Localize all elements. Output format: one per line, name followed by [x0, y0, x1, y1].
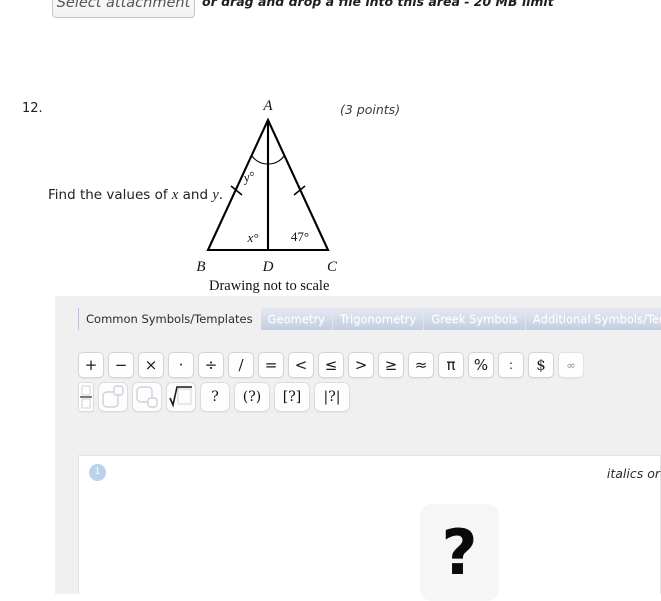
attachment-drop-hint: or drag and drop a file into this area -… [202, 0, 554, 9]
question-number: 12. [22, 101, 43, 116]
symbol-row-templates: ? (?) [?] |?| [78, 382, 638, 412]
angle-label-x: x° [247, 230, 259, 245]
math-editor-panel: Common Symbols/Templates Geometry Trigon… [55, 296, 661, 601]
vertex-label-b: B [196, 259, 205, 275]
superscript-icon [102, 385, 124, 408]
answer-formatting-hint: italics or [606, 466, 660, 481]
editor-left-rail [55, 296, 78, 594]
select-attachment-button[interactable]: Select attachment [52, 0, 195, 18]
answer-input-area[interactable]: 1 italics or ? [78, 455, 661, 601]
geometry-figure: A B D C y° x° 47° [180, 92, 360, 297]
vertex-label-a: A [262, 98, 273, 114]
symbol-button-infinity[interactable]: ∞ [558, 352, 584, 378]
vertex-label-d: D [262, 259, 274, 275]
triangle-diagram-svg: A B D C y° x° 47° [196, 98, 338, 275]
angle-label-47: 47° [291, 229, 309, 244]
tab-common-symbols-templates[interactable]: Common Symbols/Templates [79, 308, 261, 330]
tab-greek-symbols[interactable]: Greek Symbols [424, 308, 526, 330]
attachment-bar: Select attachment or drag and drop a fil… [0, 0, 661, 30]
symbol-button-multiply[interactable]: × [138, 352, 164, 378]
answer-placeholder-box[interactable]: ? [420, 504, 499, 601]
symbol-button-greater-than[interactable]: > [348, 352, 374, 378]
apex-angle-arc-right [267, 155, 285, 165]
symbol-palette: + − × · ÷ / = < ≤ > ≥ ≈ π % : $ ∞ ? (?) … [78, 352, 638, 416]
symbol-button-approximately-equal[interactable]: ≈ [408, 352, 434, 378]
prompt-text-prefix: Find the values of [48, 187, 172, 203]
symbol-button-divide[interactable]: ÷ [198, 352, 224, 378]
template-button-superscript[interactable] [98, 382, 128, 412]
vertex-label-c: C [327, 259, 338, 275]
answer-index-badge: 1 [89, 464, 106, 481]
symbol-button-dollar[interactable]: $ [528, 352, 554, 378]
apex-angle-arc-left [251, 155, 269, 165]
symbol-button-greater-than-or-equal[interactable]: ≥ [378, 352, 404, 378]
tab-trigonometry[interactable]: Trigonometry [332, 308, 425, 330]
template-button-parentheses[interactable]: (?) [234, 382, 270, 412]
symbol-button-percent[interactable]: % [468, 352, 494, 378]
symbol-button-minus[interactable]: − [108, 352, 134, 378]
template-button-brackets[interactable]: [?] [274, 382, 310, 412]
symbol-button-dot-multiply[interactable]: · [168, 352, 194, 378]
editor-tab-strip: Common Symbols/Templates Geometry Trigon… [78, 308, 661, 330]
template-button-absolute-value[interactable]: |?| [314, 382, 350, 412]
tab-additional-symbols-templates[interactable]: Additional Symbols/Templates [525, 308, 661, 330]
symbol-button-plus[interactable]: + [78, 352, 104, 378]
symbol-button-less-than-or-equal[interactable]: ≤ [318, 352, 344, 378]
tab-geometry[interactable]: Geometry [260, 308, 333, 330]
symbol-button-pi[interactable]: π [438, 352, 464, 378]
template-button-fraction[interactable] [78, 382, 94, 412]
angle-label-y: y° [240, 168, 256, 185]
symbol-button-slash[interactable]: / [228, 352, 254, 378]
figure-caption: Drawing not to scale [209, 278, 330, 294]
symbol-button-less-than[interactable]: < [288, 352, 314, 378]
answer-placeholder-glyph: ? [441, 515, 478, 589]
subscript-icon [136, 386, 158, 408]
symbol-button-equals[interactable]: = [258, 352, 284, 378]
fraction-icon [80, 385, 92, 409]
square-root-icon [169, 386, 192, 408]
template-button-subscript[interactable] [132, 382, 162, 412]
template-button-square-root[interactable] [166, 382, 196, 412]
symbol-row-operators: + − × · ÷ / = < ≤ > ≥ ≈ π % : $ ∞ [78, 352, 638, 378]
template-button-placeholder[interactable]: ? [200, 382, 230, 412]
symbol-button-colon-ratio[interactable]: : [498, 352, 524, 378]
